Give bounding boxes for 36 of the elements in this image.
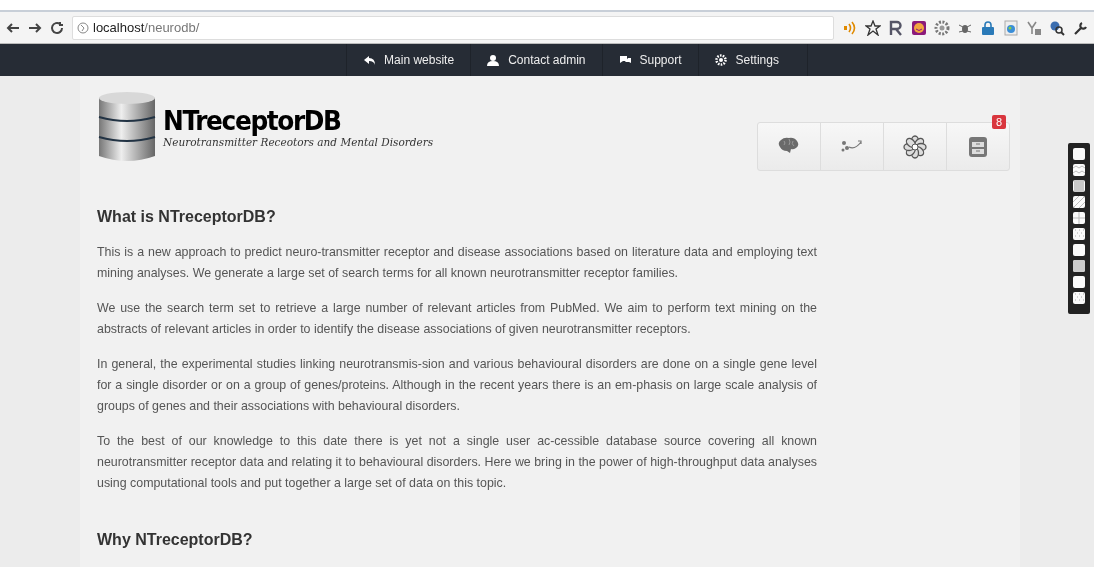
site-title: NTreceptorDB <box>163 106 342 134</box>
pattern-swatch-icon[interactable] <box>1073 180 1085 192</box>
user-icon <box>487 54 500 66</box>
back-icon[interactable] <box>6 20 20 35</box>
pattern-swatch-icon[interactable] <box>1073 292 1085 304</box>
gear-icon <box>714 54 727 66</box>
pattern-swatch-icon[interactable] <box>1073 276 1085 288</box>
pattern-swatch-icon[interactable] <box>1073 244 1085 256</box>
pattern-swatch-icon[interactable] <box>1073 196 1085 208</box>
address-bar[interactable]: localhost/neurodb/ <box>72 15 834 40</box>
paragraph: In general, the experimental studies linking neurotransmis-sion and various behavioural disorders are done on a single gene level for a single disorder or on a group of genes/proteins. Although in the recent years there is an em-phasis on large scale analysis of groups of genes and their associations with behavioural disorders. <box>97 356 817 415</box>
pattern-swatch-icon[interactable] <box>1073 212 1085 224</box>
paragraph: This is a new approach to predict neuro-transmitter receptor and disease associations based on literature data and employing text mining analyses. We generate a large set of search terms for all known neurotransmitter receptor families. <box>97 244 817 282</box>
chat-icon <box>618 54 631 66</box>
pattern-swatch-icon[interactable] <box>1073 228 1085 240</box>
reload-icon[interactable] <box>50 20 64 35</box>
section-heading: What is NTreceptorDB? <box>97 208 277 226</box>
star-icon[interactable] <box>865 19 881 36</box>
gear-icon[interactable] <box>934 19 950 36</box>
pattern-swatch-icon[interactable] <box>1073 164 1085 176</box>
count-badge: 8 <box>991 115 1006 129</box>
reply-icon <box>363 54 376 66</box>
paragraph: We use the search term set to retrieve a large number of relevant articles from PubMed. We aim to perform text mining on the abstracts of relevant articles in order to identify the disease associations of given neurotransmitter receptors. <box>97 300 817 338</box>
section-heading: Why NTreceptorDB? <box>97 531 254 549</box>
forward-icon[interactable] <box>28 20 42 35</box>
wrench-icon[interactable] <box>1072 19 1088 36</box>
paragraph: To the best of our knowledge to this date there is yet not a single user ac-cessible database source covering all known neurotransmitter receptor data and relating it to behavioural disorders. Here we bring in the power of high-throughput data analyses using computational tools and put together a large set of data on this topic. <box>97 433 817 492</box>
search-icon[interactable] <box>1049 19 1065 36</box>
site-tagline: Neurotransmitter Receotors and Mental Disorders <box>163 135 434 148</box>
lock-icon[interactable] <box>980 19 996 36</box>
database-icon <box>97 90 157 164</box>
pattern-swatch-icon[interactable] <box>1073 148 1085 160</box>
r-logo-icon[interactable] <box>888 19 904 36</box>
face-icon[interactable] <box>911 19 927 36</box>
pattern-swatch-icon[interactable] <box>1073 260 1085 272</box>
flower-icon <box>902 134 928 159</box>
